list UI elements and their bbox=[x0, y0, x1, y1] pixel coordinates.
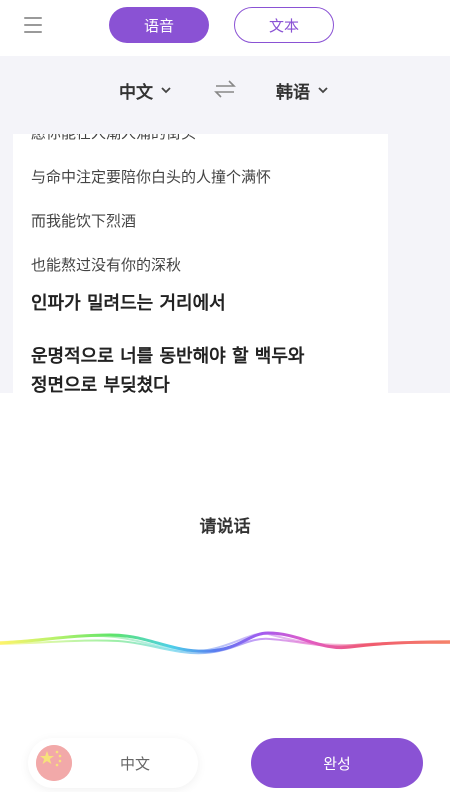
tab-text[interactable]: 文本 bbox=[234, 7, 334, 43]
transcript-line: 愿你能在人潮人涌的街头 bbox=[31, 134, 196, 143]
voice-waveform bbox=[0, 631, 450, 655]
panel-gutter bbox=[388, 134, 450, 393]
panel-gutter bbox=[0, 134, 13, 393]
translation-line: 정면으로 부딪쳤다 bbox=[31, 375, 170, 393]
current-language-selector[interactable]: 中文 bbox=[28, 738, 198, 788]
transcript-line: 也能熬过没有你的深秋 bbox=[31, 256, 182, 274]
china-flag-icon bbox=[36, 745, 72, 781]
swap-icon[interactable] bbox=[214, 78, 236, 100]
transcript-line: 与命中注定要陪你白头的人撞个满怀 bbox=[31, 168, 272, 186]
transcript-line: 而我能饮下烈酒 bbox=[31, 212, 137, 230]
transcript-panel[interactable]: 愿你能在人潮人涌的街头 与命中注定要陪你白头的人撞个满怀 而我能饮下烈酒 也能熬… bbox=[13, 134, 388, 393]
source-language-label: 中文 bbox=[119, 83, 153, 103]
target-language-select[interactable]: 韩语 bbox=[276, 78, 328, 103]
translation-line: 인파가 밀려드는 거리에서 bbox=[31, 293, 226, 314]
chevron-down-icon bbox=[318, 84, 328, 97]
chevron-down-icon bbox=[161, 84, 171, 97]
target-language-label: 韩语 bbox=[276, 83, 310, 103]
top-bar: 语音 文本 bbox=[0, 0, 450, 56]
translation-line: 운명적으로 너를 동반해야 할 백두와 bbox=[31, 346, 305, 367]
done-button[interactable]: 완성 bbox=[251, 738, 423, 788]
current-language-label: 中文 bbox=[120, 755, 151, 773]
menu-icon[interactable] bbox=[24, 17, 42, 35]
speak-prompt: 请说话 bbox=[199, 517, 251, 537]
source-language-select[interactable]: 中文 bbox=[119, 78, 171, 103]
tab-voice[interactable]: 语音 bbox=[109, 7, 209, 43]
language-bar: 中文 韩语 bbox=[0, 56, 450, 134]
